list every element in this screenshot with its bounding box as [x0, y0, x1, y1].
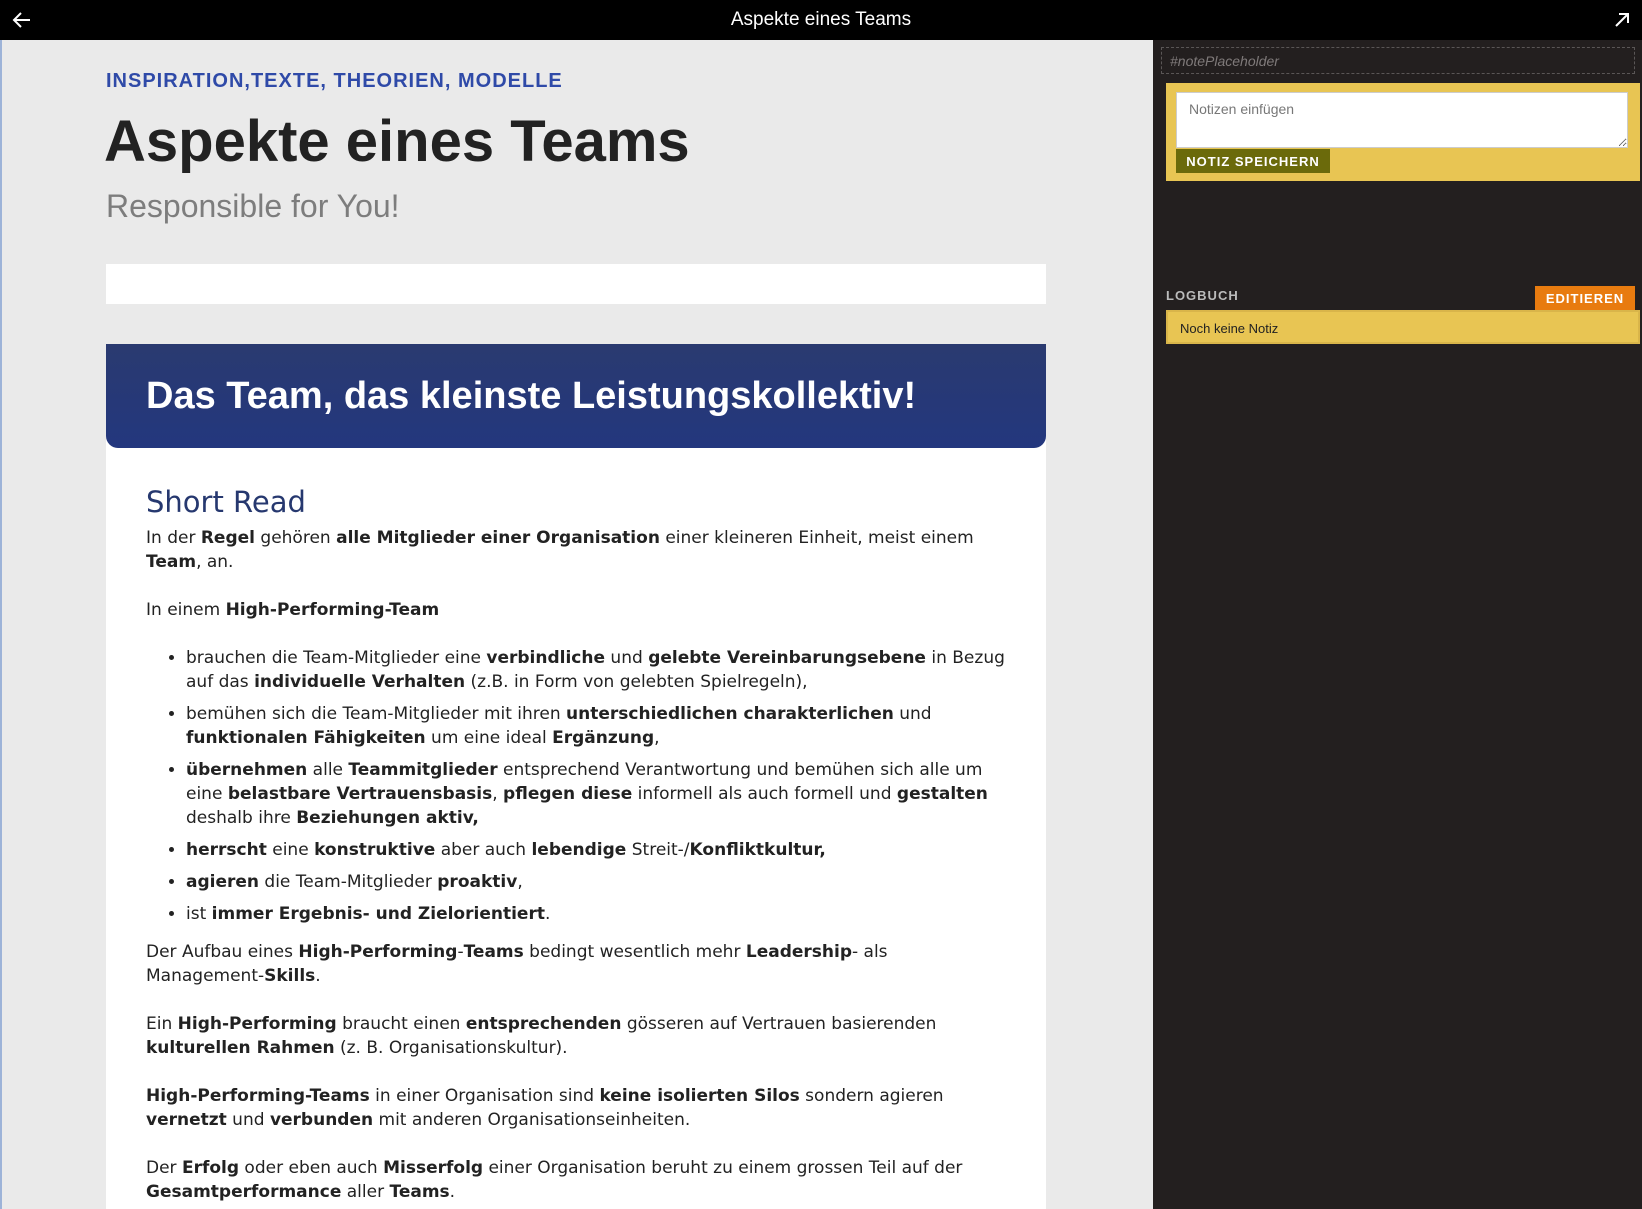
- notes-input[interactable]: [1176, 92, 1628, 148]
- list-item: herrscht eine konstruktive aber auch leb…: [186, 838, 1006, 862]
- list-item: übernehmen alle Teammitglieder entsprech…: [186, 758, 1006, 830]
- paragraph-6: Der Erfolg oder eben auch Misserfolg ein…: [146, 1158, 963, 1202]
- list-item: agieren die Team-Mitglieder proaktiv,: [186, 870, 1006, 894]
- logbook-label: LOGBUCH: [1166, 288, 1239, 303]
- paragraph-4: Ein High-Performing braucht einen entspr…: [146, 1014, 937, 1058]
- paragraph-3: Der Aufbau eines High-Performing-Teams b…: [146, 942, 888, 986]
- edit-button[interactable]: EDITIEREN: [1535, 286, 1635, 310]
- content-card: Das Team, das kleinste Leistungskollekti…: [106, 344, 1046, 1209]
- card-header-title: Das Team, das kleinste Leistungskollekti…: [146, 374, 917, 417]
- top-bar: Aspekte eines Teams: [0, 0, 1642, 40]
- page-title: Aspekte eines Teams: [104, 109, 690, 174]
- page-subtitle: Responsible for You!: [106, 188, 400, 224]
- kicker: INSPIRATION,TEXTE, THEORIEN, MODELLE: [106, 70, 563, 92]
- note-placeholder-label: #notePlaceholder: [1161, 47, 1635, 74]
- white-bar: [106, 264, 1046, 304]
- paragraph-5: High-Performing-Teams in einer Organisat…: [146, 1086, 944, 1130]
- list-item: brauchen die Team-Mitglieder eine verbin…: [186, 646, 1006, 694]
- main-content[interactable]: INSPIRATION,TEXTE, THEORIEN, MODELLE Asp…: [2, 40, 1153, 1209]
- notes-area: NOTIZ SPEICHERN: [1166, 83, 1640, 181]
- list-item: ist immer Ergebnis- und Zielorientiert.: [186, 902, 1006, 926]
- paragraph-1: In der Regel gehören alle Mitglieder ein…: [146, 528, 974, 572]
- list-item: bemühen sich die Team-Mitglieder mit ihr…: [186, 702, 1006, 750]
- card-header: Das Team, das kleinste Leistungskollekti…: [106, 344, 1046, 448]
- section-title: Short Read: [146, 485, 306, 519]
- paragraph-2: In einem High-Performing-Team: [146, 600, 440, 620]
- card-body: Short Read In der Regel gehören alle Mit…: [106, 448, 1046, 1204]
- notes-sidebar: #notePlaceholder NOTIZ SPEICHERN LOGBUCH…: [1153, 40, 1642, 1209]
- window-title: Aspekte eines Teams: [730, 9, 912, 30]
- save-note-button[interactable]: NOTIZ SPEICHERN: [1176, 149, 1330, 173]
- bullet-list: brauchen die Team-Mitglieder eine verbin…: [146, 646, 1006, 926]
- arrow-up-right-icon[interactable]: [1608, 6, 1636, 34]
- log-entry: Noch keine Notiz: [1166, 310, 1640, 344]
